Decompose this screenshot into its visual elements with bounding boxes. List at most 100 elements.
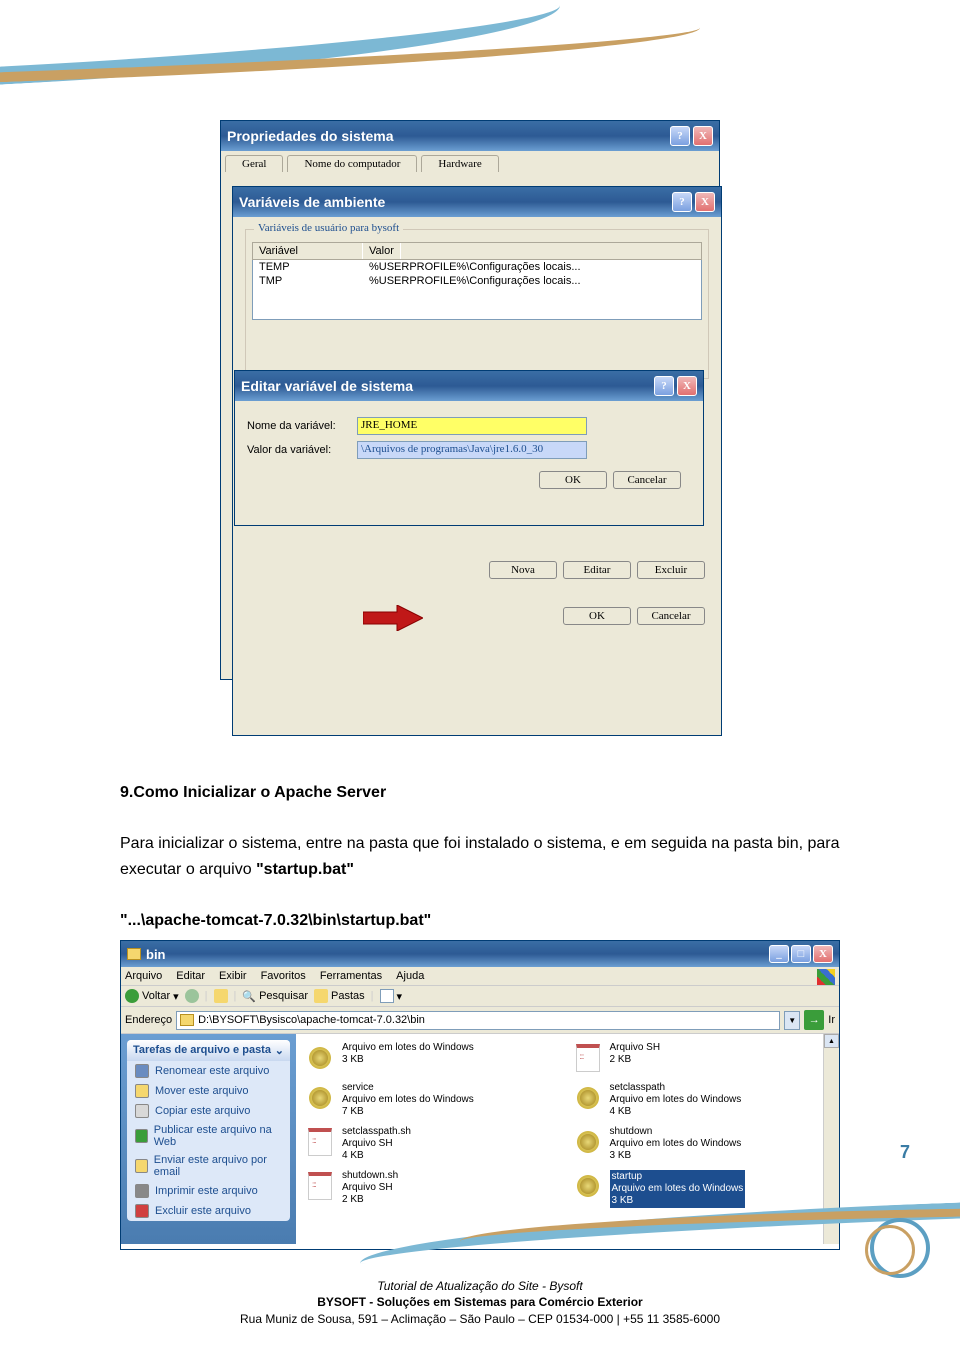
header-decoration [0,0,960,90]
ok-button[interactable]: OK [539,471,607,489]
list-row: TMP%USERPROFILE%\Configurações locais... [253,274,701,288]
screenshot-1-container: Propriedades do sistema ? X Geral Nome d… [120,120,840,760]
var-value-input[interactable]: \Arquivos de programas\Java\jre1.6.0_30 [357,441,587,459]
batch-file-icon [577,1087,599,1109]
views-icon [380,989,394,1003]
help-button[interactable]: ? [654,376,674,396]
file-item[interactable]: serviceArquivo em lotes do Windows7 KB [302,1080,566,1120]
back-button[interactable]: Voltar ▾ [125,989,179,1003]
window-title: Propriedades do sistema [227,128,394,144]
tab-hardware[interactable]: Hardware [421,155,498,172]
name-label: Nome da variável: [247,420,357,432]
toolbar: Voltar ▾ | | 🔍Pesquisar Pastas | ▾ [121,986,839,1007]
value-label: Valor da variável: [247,444,357,456]
copy-icon [135,1104,149,1118]
address-label: Endereço [125,1014,172,1026]
file-item[interactable]: shutdownArquivo em lotes do Windows3 KB [570,1124,834,1164]
section-heading: 9.Como Inicializar o Apache Server [120,780,840,806]
minimize-button[interactable]: _ [769,945,789,963]
page-footer: Tutorial de Atualização do Site - Bysoft… [0,1278,960,1328]
edit-button[interactable]: Editar [563,561,631,579]
windows-flag-icon [817,969,835,985]
new-button[interactable]: Nova [489,561,557,579]
tab-geral[interactable]: Geral [225,155,283,172]
tab-nome-computador[interactable]: Nome do computador [287,155,417,172]
address-input[interactable]: D:\BYSOFT\Bysisco\apache-tomcat-7.0.32\b… [176,1011,780,1030]
menu-ajuda[interactable]: Ajuda [396,970,424,982]
task-web[interactable]: Publicar este arquivo na Web [127,1121,290,1151]
task-move[interactable]: Mover este arquivo [127,1081,290,1101]
folder-icon [127,948,141,960]
edit-var-window: Editar variável de sistema ? X Nome da v… [234,370,704,526]
batch-file-icon [309,1087,331,1109]
batch-file-icon [577,1131,599,1153]
views-button[interactable]: ▾ [380,989,403,1003]
title-bar: bin _ □ X [121,941,839,967]
file-item[interactable]: Arquivo em lotes do Windows3 KB [302,1040,566,1076]
folder-icon [180,1014,194,1026]
footer-company: BYSOFT - Soluções em Sistemas para Comér… [0,1294,960,1311]
collapse-icon: ⌄ [275,1044,284,1057]
footer-decoration [0,1173,960,1253]
sh-file-icon [576,1044,600,1072]
sh-file-icon [308,1128,332,1156]
file-item[interactable]: setclasspathArquivo em lotes do Windows4… [570,1080,834,1120]
mail-icon [135,1159,148,1173]
go-button[interactable]: → [804,1010,824,1030]
title-bar: Editar variável de sistema ? X [235,371,703,401]
title-bar: Propriedades do sistema ? X [221,121,719,151]
paragraph: Para inicializar o sistema, entre na pas… [120,831,840,882]
var-name-input[interactable]: JRE_HOME [357,417,587,435]
menu-ferramentas[interactable]: Ferramentas [320,970,382,982]
path-text: "...\apache-tomcat-7.0.32\bin\startup.ba… [120,908,840,934]
cancel-button[interactable]: Cancelar [637,607,705,625]
menu-exibir[interactable]: Exibir [219,970,247,982]
batch-file-icon [309,1047,331,1069]
help-button[interactable]: ? [670,126,690,146]
cancel-button[interactable]: Cancelar [613,471,681,489]
delete-button[interactable]: Excluir [637,561,705,579]
menu-bar: Arquivo Editar Exibir Favoritos Ferramen… [121,967,839,986]
close-button[interactable]: X [677,376,697,396]
menu-favoritos[interactable]: Favoritos [261,970,306,982]
tasks-header[interactable]: Tarefas de arquivo e pasta ⌄ [127,1040,290,1061]
back-icon [125,989,139,1003]
maximize-button[interactable]: □ [791,945,811,963]
close-button[interactable]: X [693,126,713,146]
search-button[interactable]: 🔍Pesquisar [242,990,308,1003]
menu-editar[interactable]: Editar [176,970,205,982]
web-icon [135,1129,148,1143]
move-icon [135,1084,149,1098]
folders-icon [314,989,328,1003]
list-row: TEMP%USERPROFILE%\Configurações locais..… [253,260,701,274]
ok-button[interactable]: OK [563,607,631,625]
forward-icon[interactable] [185,989,199,1003]
arrow-annotation [363,605,423,631]
user-vars-list[interactable]: TEMP%USERPROFILE%\Configurações locais..… [252,260,702,320]
col-variavel: Variável [253,243,363,259]
task-rename[interactable]: Renomear este arquivo [127,1061,290,1081]
folders-button[interactable]: Pastas [314,989,365,1003]
fieldset-legend: Variáveis de usuário para bysoft [254,222,403,234]
file-item[interactable]: Arquivo SH2 KB [570,1040,834,1076]
page-number: 7 [900,1142,910,1163]
menu-arquivo[interactable]: Arquivo [125,970,162,982]
search-icon: 🔍 [242,990,256,1003]
address-dropdown[interactable]: ▼ [784,1011,800,1030]
close-button[interactable]: X [813,945,833,963]
footer-address: Rua Muniz de Sousa, 591 – Aclimação – Sã… [0,1311,960,1328]
title-bar: Variáveis de ambiente ? X [233,187,721,217]
go-label: Ir [828,1014,835,1026]
help-button[interactable]: ? [672,192,692,212]
tab-strip: Geral Nome do computador Hardware [221,151,719,172]
footer-title: Tutorial de Atualização do Site - Bysoft [0,1278,960,1295]
file-item[interactable]: setclasspath.shArquivo SH4 KB [302,1124,566,1164]
window-title: Editar variável de sistema [241,378,413,394]
task-copy[interactable]: Copiar este arquivo [127,1101,290,1121]
close-button[interactable]: X [695,192,715,212]
window-title: Variáveis de ambiente [239,194,385,210]
logo [860,1213,940,1283]
scroll-up-icon[interactable]: ▲ [824,1034,839,1048]
up-icon[interactable] [214,989,228,1003]
rename-icon [135,1064,149,1078]
